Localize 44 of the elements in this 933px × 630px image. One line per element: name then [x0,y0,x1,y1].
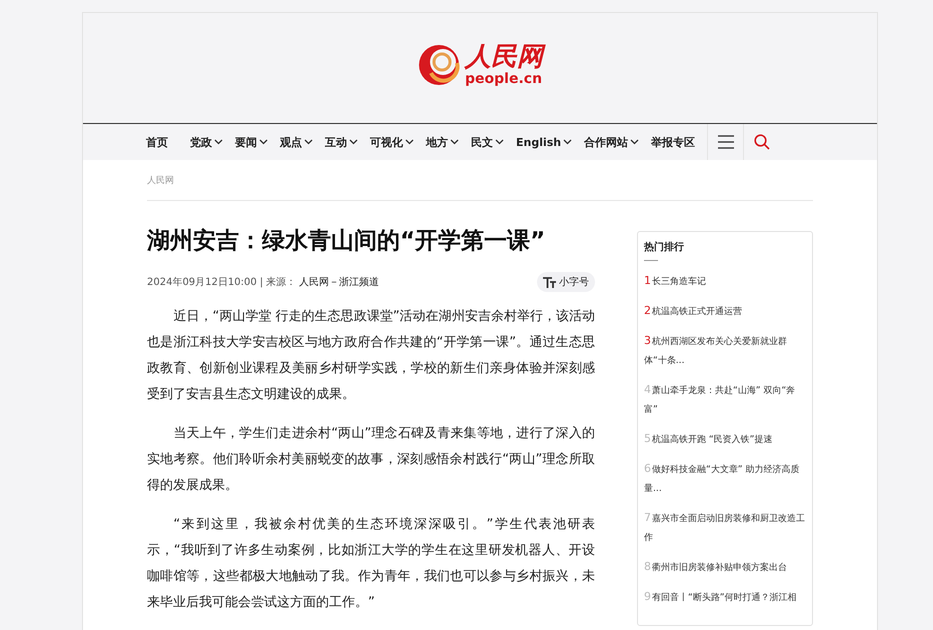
logo-domain[interactable]: people.cn [465,72,543,86]
hot-list-item[interactable]: 8衢州市旧房装修补贴申领方案出台 [644,557,806,577]
caret-icon [495,139,504,145]
nav-link[interactable]: 地方 [426,124,459,160]
hot-list-item[interactable]: 2 杭温高铁正式开通运营 [644,301,806,321]
search-icon [754,134,770,150]
caret-icon [349,139,358,145]
hot-list-item[interactable]: 6做好科技金融“大文章” 助力经济高质量... [644,459,806,498]
nav-link[interactable]: 观点 [280,124,313,160]
hot-list-item[interactable]: 5 杭温高铁开跑 “民资入铁”提速 [644,429,806,449]
publish-date: 2024年09月12日10:00 [147,276,257,289]
menu-icon [718,135,734,149]
nav-link[interactable]: 可视化 [370,124,414,160]
meta-separator: | [260,276,264,288]
hot-list-item[interactable]: 3杭州西湖区发布关心关爱新就业群体“十条... [644,331,806,370]
article-paragraph: 近日，“两山学堂 行走的生态思政课堂”活动在湖州安吉余村举行，该活动也是浙江科技大学安吉校区与地方政府合作共建的“开学第一课”。通过生态思政教育、创新创业课程及美丽乡村研学实践，学校的新生们亲身体验并深刻感受到了安吉县生态文明建设的成果。 [147,308,595,404]
nav-link[interactable]: 党政 [190,124,223,160]
nav-link[interactable]: 首页 [146,124,168,160]
source-link[interactable]: 人民网－浙江频道 [299,275,380,289]
caret-icon [630,139,640,145]
font-size-icon [543,276,557,288]
logo-emblem-icon [417,43,461,87]
font-size-button[interactable]: 小字号 [537,272,595,292]
caret-icon [259,139,268,145]
article-paragraph: “来到这里，我被余村优美的生态环境深深吸引。”学生代表池研表示，“我听到了许多生动案例，比如浙江大学的学生在这里研发机器人、开设咖啡馆等，这些都极大地触动了我。作为青年，我们也可以参与乡村振兴，未来毕业后我可能会尝试这方面的工作。” [147,516,595,612]
article-paragraph: 当天上午，学生们走进余村“两山”理念石碑及青来集等地，进行了深入的实地考察。他们聆听余村美丽蜕变的故事，深刻感悟余村践行“两山”理念所取得的发展成果。 [147,425,595,495]
nav-link[interactable]: 合作网站 [584,124,640,160]
article-title: 湖州安吉：绿水青山间的“开学第一课” [147,227,546,256]
caret-icon [214,139,223,145]
hot-list-title: 热门排行 [644,240,685,254]
nav-link[interactable]: 互动 [325,124,358,160]
nav-link[interactable]: 民文 [471,124,504,160]
hot-list-item[interactable]: 4萧山牵手龙泉：共赴“山海” 双向“奔富” [644,380,806,419]
caret-icon [304,139,313,145]
caret-icon [405,139,414,145]
caret-icon [563,139,572,145]
hot-list-item[interactable]: 9有回音丨“断头路”何时打通？浙江相 [644,587,806,607]
hot-list-item[interactable]: 7 嘉兴市全面启动旧房装修和厨卫改造工作 [644,508,806,547]
source-label: 来源： [266,276,296,289]
nav-link[interactable]: 要闻 [235,124,268,160]
nav-link[interactable]: 举报专区 [651,124,696,160]
caret-icon [450,139,459,145]
nav-link[interactable]: English [516,124,572,160]
hot-list-item[interactable]: 1 长三角造车记 [644,271,806,291]
